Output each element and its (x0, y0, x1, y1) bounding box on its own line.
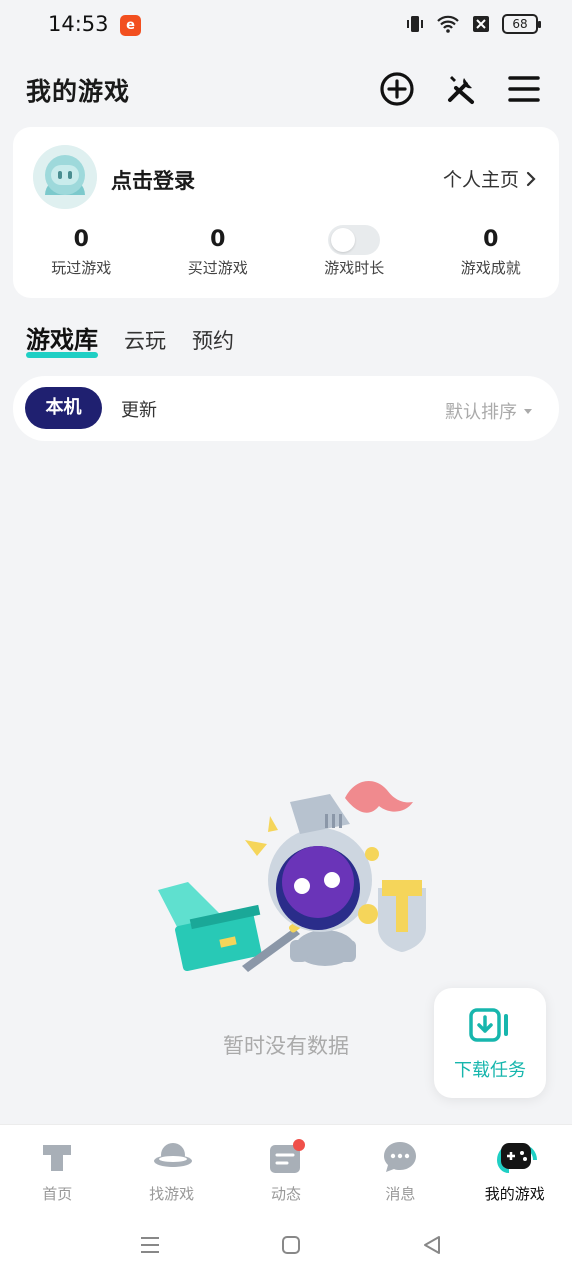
chevron-right-icon (526, 171, 536, 186)
download-tasks-button[interactable]: 下载任务 (434, 988, 546, 1098)
chat-icon (384, 1142, 417, 1172)
nav-label: 我的游戏 (484, 1185, 545, 1203)
tab-label: 游戏库 (26, 326, 98, 354)
filter-local-button[interactable]: 本机 (25, 387, 102, 429)
stat-playtime: 游戏时长 (286, 225, 423, 278)
nav-label: 动态 (270, 1185, 301, 1203)
vibrate-icon (407, 16, 423, 32)
stat-value: 0 (210, 227, 226, 252)
tab-game-library[interactable]: 游戏库 (26, 320, 98, 358)
add-icon[interactable] (378, 70, 416, 108)
download-icon (469, 1008, 508, 1042)
caret-down-icon (524, 409, 532, 414)
stats-row: 0 玩过游戏 0 买过游戏 游戏时长 0 游戏成就 (13, 225, 559, 278)
back-icon[interactable] (421, 1234, 443, 1256)
planet-icon (154, 1143, 193, 1167)
stat-label: 玩过游戏 (51, 259, 112, 277)
menu-icon[interactable] (506, 70, 544, 108)
filter-bar: 本机 更新 默认排序 (13, 376, 559, 441)
home-square-icon[interactable] (281, 1234, 301, 1256)
profile-card: 点击登录 个人主页 0 玩过游戏 0 买过游戏 游戏时长 0 游戏成就 (13, 127, 559, 298)
page-title: 我的游戏 (26, 77, 131, 106)
stat-bought[interactable]: 0 买过游戏 (150, 225, 287, 278)
sort-label: 默认排序 (445, 402, 517, 423)
stat-label: 买过游戏 (187, 259, 248, 277)
login-button[interactable]: 点击登录 (111, 165, 195, 195)
feed-icon (269, 1139, 305, 1173)
sort-dropdown[interactable]: 默认排序 (445, 398, 533, 424)
profile-home-label: 个人主页 (442, 169, 519, 191)
wifi-icon (437, 15, 459, 33)
bottom-nav: 首页 找游戏 动态 消息 我的游戏 (0, 1124, 572, 1214)
tab-reservations[interactable]: 预约 (192, 325, 234, 355)
nav-label: 找游戏 (149, 1185, 195, 1203)
avatar[interactable] (33, 145, 97, 209)
stat-value: 0 (483, 227, 499, 252)
nav-label: 消息 (385, 1185, 416, 1203)
notification-dot (292, 1139, 305, 1151)
app-notification-icon: e (120, 15, 141, 36)
nav-find-games[interactable]: 找游戏 (114, 1125, 228, 1214)
status-icons: 68 (405, 14, 541, 34)
profile-home-link[interactable]: 个人主页 (443, 165, 537, 192)
gamepad-icon (496, 1143, 537, 1173)
nav-my-games[interactable]: 我的游戏 (458, 1125, 572, 1214)
download-tasks-label: 下载任务 (454, 1060, 526, 1081)
home-icon (43, 1145, 71, 1171)
system-nav-bar (0, 1214, 572, 1280)
stat-label: 游戏时长 (324, 259, 385, 277)
stat-achievements[interactable]: 0 游戏成就 (423, 225, 560, 278)
tab-cloud-play[interactable]: 云玩 (124, 325, 166, 355)
recents-icon[interactable] (139, 1234, 161, 1256)
status-bar: 14:53 e 68 (0, 0, 572, 52)
nav-label: 首页 (42, 1185, 73, 1203)
nav-feed[interactable]: 动态 (229, 1125, 343, 1214)
nav-messages[interactable]: 消息 (343, 1125, 457, 1214)
nav-home[interactable]: 首页 (0, 1125, 114, 1214)
tools-icon[interactable] (442, 70, 480, 108)
tab-bar: 游戏库 云玩 预约 (26, 320, 234, 358)
status-time: 14:53 (48, 12, 109, 36)
filter-update-button[interactable]: 更新 (121, 396, 157, 422)
sim-off-icon (473, 16, 489, 32)
stat-value: 0 (73, 227, 89, 252)
stat-played[interactable]: 0 玩过游戏 (13, 225, 150, 278)
stat-label: 游戏成就 (460, 259, 521, 277)
empty-mascot-illustration (158, 780, 426, 972)
battery-indicator: 68 (502, 14, 541, 34)
playtime-toggle[interactable] (328, 225, 381, 255)
